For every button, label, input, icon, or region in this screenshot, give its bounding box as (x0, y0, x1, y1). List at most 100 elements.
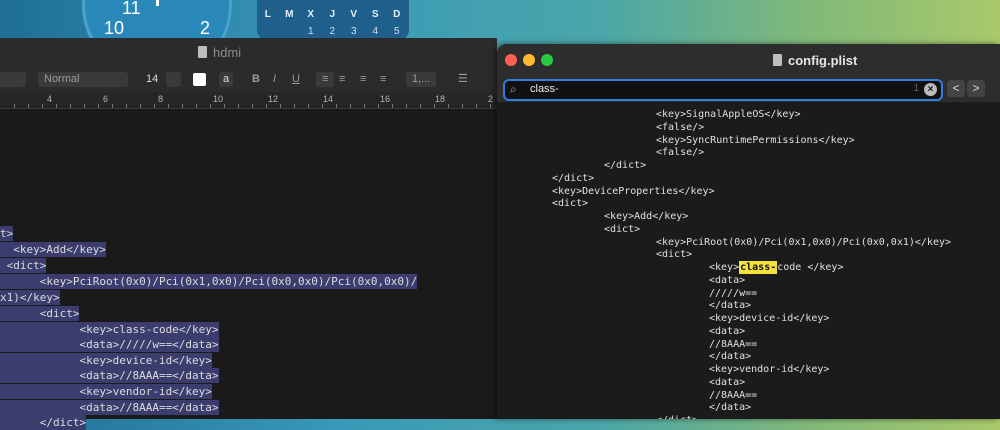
editor-line[interactable]: <key>PciRoot(0x0)/Pci(0x1,0x0)/Pci(0x0,0… (0, 274, 418, 289)
plist-line[interactable]: <dict> (552, 197, 588, 210)
plist-line[interactable]: <data> (709, 274, 745, 287)
list-button[interactable]: ☰ (458, 72, 468, 87)
editor-line[interactable]: <data>/////w==</data> (0, 337, 219, 352)
plist-line[interactable]: //8AAA== (709, 338, 757, 351)
calendar-date[interactable]: 5 (386, 26, 408, 37)
plist-line[interactable]: </dict> (552, 172, 594, 185)
ruler-tick (476, 104, 477, 108)
next-match-button[interactable]: > (967, 80, 985, 97)
plist-line[interactable]: <key>SyncRuntimePermissions</key> (656, 134, 855, 147)
ruler-tick-label: 6 (103, 94, 109, 104)
clock-hand (156, 0, 159, 6)
config-plist-window: config.plist ⌕ class- 1 × < > <key>Signa… (497, 44, 1000, 419)
calendar-day-header: X (307, 9, 315, 20)
ruler-tick (28, 104, 29, 108)
plist-line[interactable]: <key>class-code </key> (709, 261, 843, 274)
editor-line[interactable]: <key>device-id</key> (0, 353, 212, 368)
editor-line[interactable]: <key>vendor-id</key> (0, 384, 212, 399)
ruler-tick-label: 16 (380, 94, 391, 104)
editor-line[interactable]: <data>//8AAA==</data> (0, 368, 219, 383)
calendar-day-header: L (264, 9, 271, 20)
font-size-stepper[interactable] (166, 72, 181, 87)
clock-number: 11 (122, 0, 141, 18)
calendar-date[interactable]: 2 (322, 26, 344, 37)
background-color-button[interactable]: a (219, 72, 234, 87)
paragraph-style-menu[interactable] (0, 72, 26, 87)
justify-button[interactable]: ≡ (380, 72, 386, 87)
ruler-tick (266, 104, 267, 108)
plist-text: code </key> (777, 262, 844, 273)
ruler-tick (490, 104, 491, 108)
ruler-tick (196, 104, 197, 108)
title-bar: hdmi (0, 38, 497, 68)
editor-line[interactable]: <dict> (0, 306, 80, 321)
search-input[interactable]: class- (530, 83, 559, 95)
bold-button[interactable]: B (252, 72, 260, 87)
plist-line[interactable]: <key>vendor-id</key> (709, 363, 829, 376)
calendar-day-header: J (329, 9, 336, 20)
calendar-day-header: D (393, 9, 401, 20)
plist-line[interactable]: <key>Add</key> (604, 210, 688, 223)
calendar-date[interactable]: 3 (343, 26, 365, 37)
editor-line[interactable]: <key>class-code</key> (0, 322, 219, 337)
calendar-date[interactable]: 1 (300, 26, 322, 37)
plist-line[interactable]: //8AAA== (709, 389, 757, 402)
calendar-blank (257, 26, 279, 37)
close-button[interactable] (505, 54, 517, 66)
plist-line[interactable]: /////w== (709, 287, 757, 300)
italic-button[interactable]: I (273, 72, 276, 87)
previous-match-button[interactable]: < (947, 80, 965, 97)
editor-line[interactable]: x1)</key> (0, 290, 60, 305)
search-match-highlight: class- (739, 261, 778, 274)
window-title-text: hdmi (213, 45, 242, 60)
editor-line[interactable]: </dict> (0, 415, 87, 430)
plist-line[interactable]: <dict> (604, 223, 640, 236)
plist-text-view[interactable]: <key>SignalAppleOS</key> <false/> <key>Syn… (497, 102, 1000, 419)
font-style-select[interactable]: Normal (38, 72, 128, 87)
ruler-tick-label: 8 (158, 94, 164, 104)
window-title: config.plist (773, 53, 857, 68)
ruler-tick (308, 104, 309, 108)
ruler-tick-label: 18 (435, 94, 446, 104)
ruler-tick (392, 104, 393, 108)
ruler-tick (182, 104, 183, 108)
underline-button[interactable]: U (292, 72, 300, 87)
plist-line[interactable]: </data> (709, 350, 751, 363)
editor-line[interactable]: <data>//8AAA==</data> (0, 400, 219, 415)
plist-line[interactable]: <key>SignalAppleOS</key> (656, 108, 801, 121)
ruler-tick (364, 104, 365, 108)
ruler-tick-label: 12 (268, 94, 279, 104)
editor-line[interactable]: <key>Add</key> (0, 242, 106, 257)
plist-line[interactable]: <data> (709, 325, 745, 338)
editor-line[interactable]: t> (0, 226, 14, 241)
align-left-button[interactable]: ≡ (316, 72, 334, 87)
text-editor[interactable]: t> <key>Add</key> <dict> <key>PciRoot(0x… (0, 109, 497, 430)
zoom-button[interactable] (541, 54, 553, 66)
plist-line[interactable]: <false/> (656, 121, 704, 134)
plist-line[interactable]: </data> (709, 299, 751, 312)
plist-line[interactable]: </data> (709, 401, 751, 414)
align-right-button[interactable]: ≡ (360, 72, 366, 87)
plist-line[interactable]: <key>device-id</key> (709, 312, 829, 325)
font-size-field[interactable]: 14 (146, 72, 158, 87)
editor-line[interactable]: <dict> (0, 258, 47, 273)
clear-search-icon[interactable]: × (924, 83, 937, 96)
plist-line[interactable]: </dict> (604, 159, 646, 172)
search-field[interactable]: ⌕ class- 1 × (503, 79, 943, 101)
line-spacing-select[interactable]: 1,... (406, 72, 437, 87)
plist-line[interactable]: <key>DeviceProperties</key> (552, 185, 715, 198)
calendar-date[interactable]: 4 (365, 26, 387, 37)
align-center-button[interactable]: ≡ (339, 72, 345, 87)
plist-line[interactable]: <key>PciRoot(0x0)/Pci(0x1,0x0)/Pci(0x0,0… (656, 236, 951, 249)
plist-line[interactable]: <data> (709, 376, 745, 389)
match-count: 1 (913, 83, 919, 94)
plist-line[interactable]: <false/> (656, 146, 704, 159)
plist-line[interactable]: </dict> (656, 414, 698, 419)
plist-line[interactable]: <dict> (656, 248, 692, 261)
ruler-tick (238, 104, 239, 108)
text-color-swatch[interactable] (193, 73, 206, 86)
minimize-button[interactable] (523, 54, 535, 66)
search-icon[interactable]: ⌕ (510, 82, 517, 97)
title-bar: config.plist (497, 44, 1000, 76)
ruler-tick (322, 104, 323, 108)
